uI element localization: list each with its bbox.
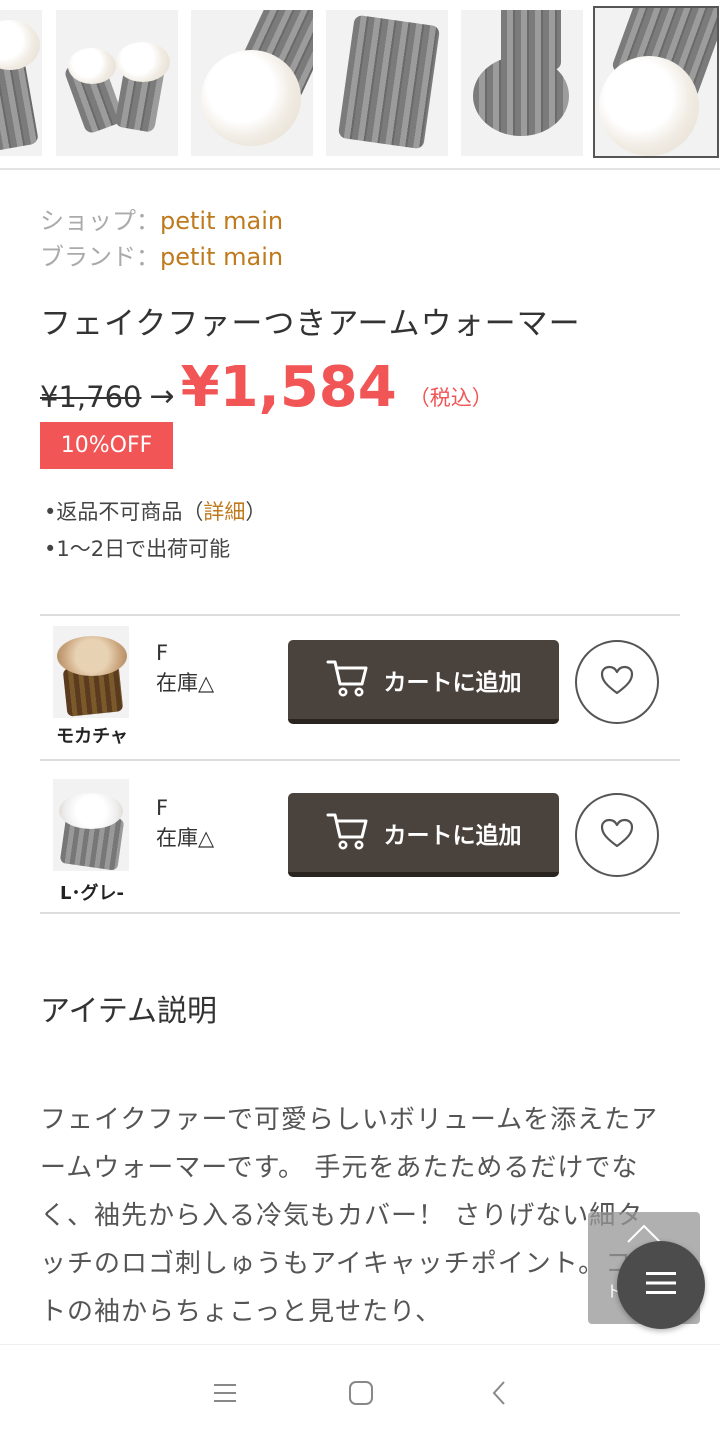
variant-size: F bbox=[156, 796, 169, 820]
heart-icon bbox=[600, 665, 634, 699]
nav-back-button[interactable] bbox=[479, 1375, 519, 1415]
nav-back-icon bbox=[491, 1380, 507, 1410]
variant-image[interactable] bbox=[53, 779, 129, 871]
details-link[interactable]: 詳細 bbox=[203, 500, 245, 524]
thumbnail-6-selected[interactable] bbox=[593, 6, 719, 158]
variant-row: L･グレ- F 在庫△ カートに追加 bbox=[40, 759, 680, 914]
return-note: •返品不可商品（詳細） bbox=[44, 500, 267, 524]
brand-label: ブランド： bbox=[40, 243, 160, 271]
price-arrow: → bbox=[149, 379, 175, 414]
menu-button[interactable] bbox=[617, 1241, 705, 1329]
thumbnail-5[interactable] bbox=[461, 10, 583, 156]
shipping-note: •1〜2日で出荷可能 bbox=[44, 537, 231, 561]
variant-image[interactable] bbox=[53, 626, 129, 718]
add-to-cart-label: カートに追加 bbox=[383, 822, 522, 849]
cart-icon bbox=[326, 811, 370, 855]
image-thumbnail-strip[interactable] bbox=[0, 0, 720, 170]
thumbnail-2[interactable] bbox=[56, 10, 178, 156]
item-description-heading: アイテム説明 bbox=[40, 994, 217, 1029]
product-title: フェイクファーつきアームウォーマー bbox=[40, 306, 581, 342]
heart-icon bbox=[600, 818, 634, 852]
thumbnail-4[interactable] bbox=[326, 10, 448, 156]
add-to-cart-button[interactable]: カートに追加 bbox=[288, 793, 559, 877]
variant-info: F 在庫△ bbox=[156, 638, 214, 698]
nav-home-icon bbox=[348, 1380, 374, 1410]
thumbnail-1[interactable] bbox=[0, 10, 42, 156]
shop-link[interactable]: petit main bbox=[160, 207, 283, 235]
variant-color-name: L･グレ- bbox=[60, 883, 124, 904]
nav-home-button[interactable] bbox=[341, 1375, 381, 1415]
variant-row: モカチャ F 在庫△ カートに追加 bbox=[40, 614, 680, 760]
brand-line: ブランド：petit main bbox=[40, 239, 283, 275]
variant-info: F 在庫△ bbox=[156, 793, 214, 853]
system-navigation-bar bbox=[0, 1344, 720, 1440]
favorite-button[interactable] bbox=[575, 793, 659, 877]
tax-note: （税込） bbox=[408, 386, 493, 410]
price-row: ¥1,760 → ¥1,584 （税込） bbox=[40, 356, 493, 420]
nav-recents-icon bbox=[213, 1382, 237, 1408]
variant-stock: 在庫△ bbox=[156, 826, 215, 850]
shop-label: ショップ： bbox=[40, 207, 160, 235]
favorite-button[interactable] bbox=[575, 640, 659, 724]
variant-stock: 在庫△ bbox=[156, 671, 215, 695]
item-description-text: フェイクファーで可愛らしいボリュームを添えたアームウォーマーです。 手元をあたた… bbox=[40, 1105, 660, 1327]
add-to-cart-label: カートに追加 bbox=[383, 669, 522, 696]
original-price: ¥1,760 bbox=[40, 380, 142, 414]
product-notes: •返品不可商品（詳細） •1〜2日で出荷可能 bbox=[44, 494, 266, 568]
sale-price: ¥1,584 bbox=[180, 355, 397, 420]
nav-recents-button[interactable] bbox=[205, 1375, 245, 1415]
shop-line: ショップ：petit main bbox=[40, 203, 283, 239]
cart-icon bbox=[326, 658, 370, 702]
variant-color-name: モカチャ bbox=[56, 726, 128, 747]
thumbnail-3[interactable] bbox=[191, 10, 313, 156]
add-to-cart-button[interactable]: カートに追加 bbox=[288, 640, 559, 724]
brand-link[interactable]: petit main bbox=[160, 243, 283, 271]
discount-badge: 10%OFF bbox=[40, 422, 173, 469]
variant-size: F bbox=[156, 641, 169, 665]
menu-icon bbox=[646, 1271, 676, 1299]
